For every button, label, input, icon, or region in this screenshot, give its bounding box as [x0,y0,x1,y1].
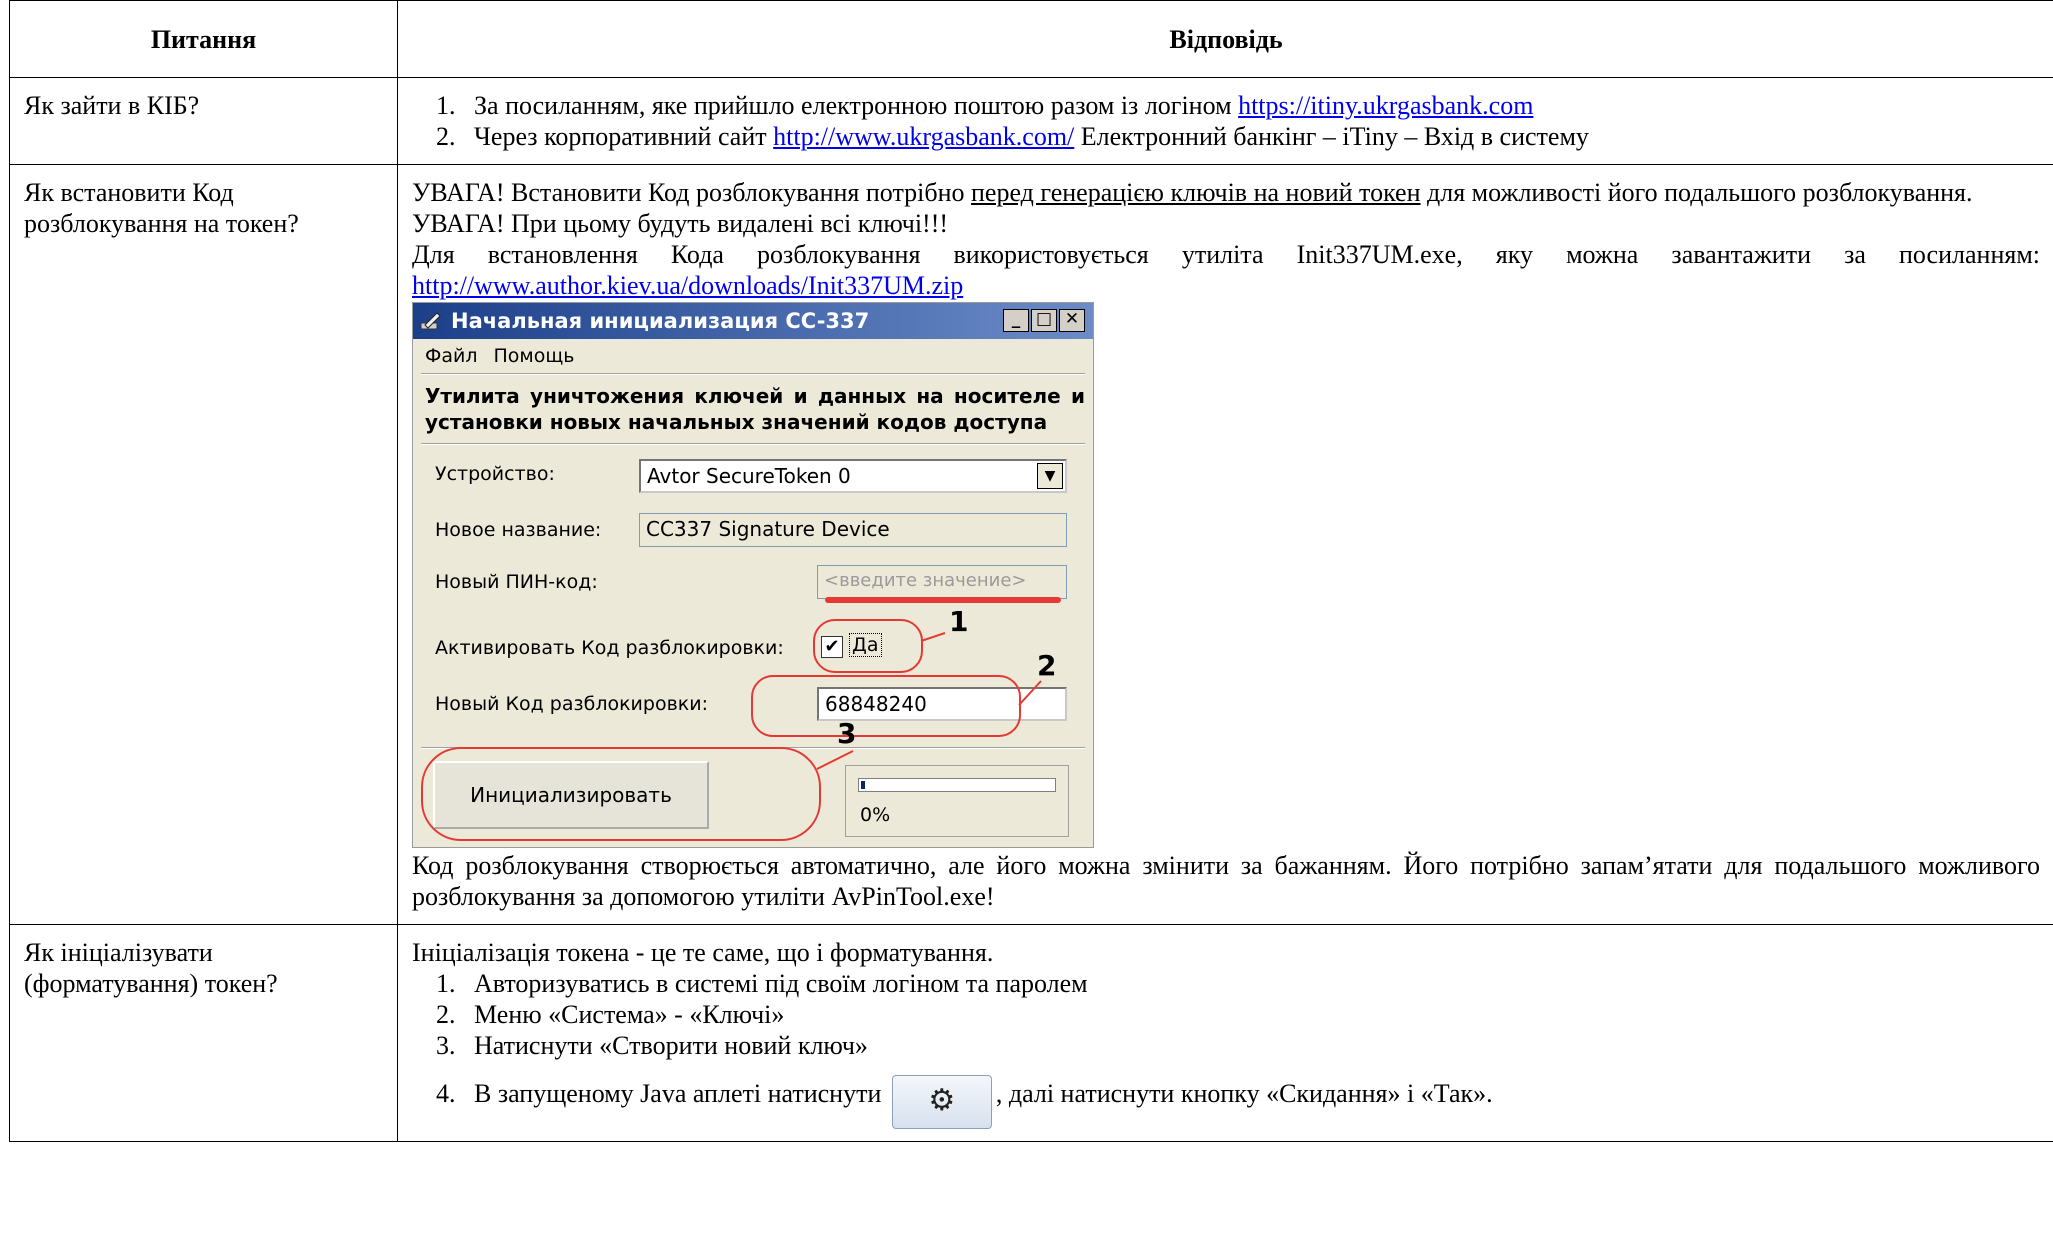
table-row: Як встановити Код розблокування на токен… [9,164,2053,925]
annotation-number-1: 1 [949,605,969,638]
ukrgasbank-site-link[interactable]: http://www.ukrgasbank.com/ [773,122,1074,151]
header-answer: Відповідь [397,0,2053,78]
list-item: Авторизуватись в системі під своїм логін… [462,968,2040,999]
header-question: Питання [9,0,398,78]
init-intro: Ініціалізація токена - це те саме, що і … [412,938,994,967]
init-steps-list: Авторизуватись в системі під своїм логін… [412,968,2040,1129]
gear-icon[interactable]: ⚙ [891,1075,992,1129]
table-row: Як зайти в КІБ? За посиланням, яке прийш… [9,77,2053,165]
login-step2-tail: Електронний банкінг – iTiny – Вхід в сис… [1074,122,1589,151]
warning-text-end: для можливості його подальшого розблокув… [1420,178,1973,207]
question-init: Як ініціалізувати (форматування) токен? [9,924,398,1142]
table-header-row: Питання Відповідь [9,0,2053,78]
init-step4-tail: , далі натиснути кнопку «Скидання» і «Та… [995,1079,1493,1108]
init-step4-text: В запущеному Java аплеті натиснути [474,1079,888,1108]
list-item: В запущеному Java аплеті натиснути ⚙, да… [462,1075,2040,1129]
underlined-emphasis: перед генерацією ключів на новий токен [971,178,1421,207]
login-steps-list: За посиланням, яке прийшло електронною п… [412,90,2040,152]
answer-login: За посиланням, яке прийшло електронною п… [397,77,2053,165]
answer-init: Ініціалізація токена - це те саме, що і … [397,924,2053,1142]
annotation-leader-lines [816,632,1042,770]
table-row: Як ініціалізувати (форматування) токен? … [9,924,2053,1142]
faq-table: Питання Відповідь Як зайти в КІБ? За пос… [9,0,2053,1142]
warning-paragraph-1: УВАГА! Встановити Код розблокування потр… [412,177,2040,208]
list-item: Через корпоративний сайт http://www.ukrg… [462,121,2040,152]
utility-text: Для встановлення Кода розблокування вико… [412,240,2040,269]
login-step1-text: За посиланням, яке прийшло електронною п… [474,91,1239,120]
login-step2-text: Через корпоративний сайт [474,122,774,151]
question-unlock: Як встановити Код розблокування на токен… [9,164,398,925]
ukrgasbank-itiny-link[interactable]: https://itiny.ukrgasbank.com [1238,91,1533,120]
warning-paragraph-2: УВАГА! При цьому будуть видалені всі клю… [412,209,949,238]
utility-paragraph: Для встановлення Кода розблокування вико… [412,239,2040,301]
warning-text: УВАГА! Встановити Код розблокування потр… [412,178,971,207]
answer-unlock: УВАГА! Встановити Код розблокування потр… [397,164,2053,925]
init337-download-link[interactable]: http://www.author.kiev.ua/downloads/Init… [412,271,963,300]
list-item: Натиснути «Створити новий ключ» [462,1030,2040,1061]
unlock-code-note: Код розблокування створюється автоматичн… [412,851,2040,911]
question-login: Як зайти в КІБ? [9,77,398,165]
list-item: Меню «Система» - «Ключі» [462,999,2040,1030]
annotation-number-3: 3 [837,717,857,750]
init-dialog-screenshot: Начальная инициализация CC-337 _ □ ✕ Фай… [412,302,1094,848]
annotation-number-2: 2 [1037,649,1057,682]
list-item: За посиланням, яке прийшло електронною п… [462,90,2040,121]
